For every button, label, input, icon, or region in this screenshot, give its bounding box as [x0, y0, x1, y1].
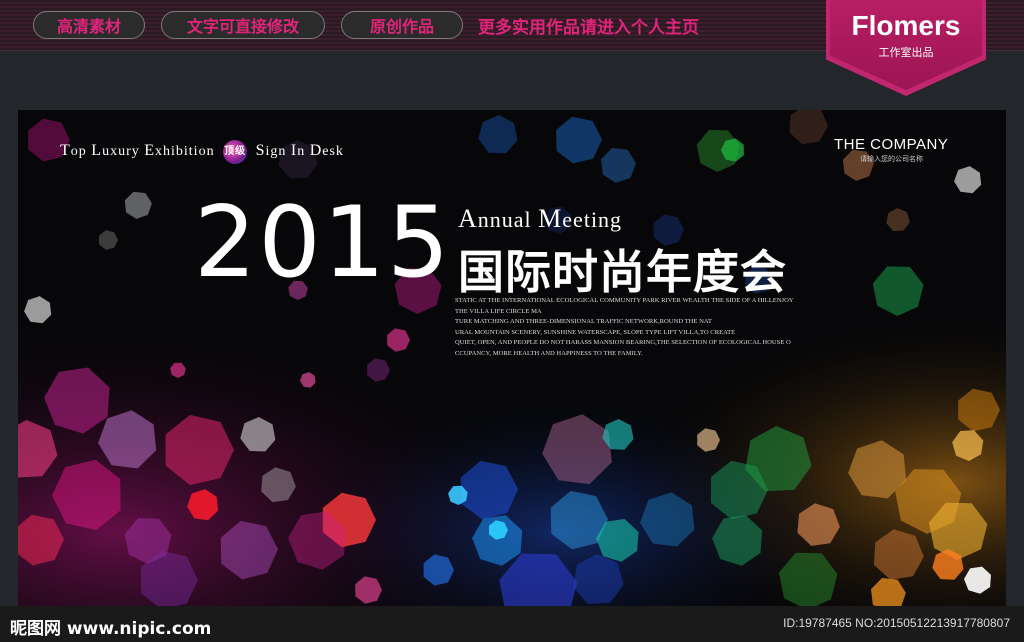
year-heading: 2015	[194, 186, 452, 300]
annual-meeting-heading: Annual Meeting	[458, 204, 623, 233]
site-logo: 昵图网 www.nipic.com	[10, 619, 212, 639]
tag-editable-text[interactable]: 文字可直接修改	[161, 11, 325, 39]
tag-original-work[interactable]: 原创作品	[341, 11, 463, 39]
tag-hd-material[interactable]: 高清素材	[33, 11, 145, 39]
description-line: THE VILLA LIFE CIRCLE MA	[455, 307, 542, 315]
poster-image: Top Luxury Exhibition 顶级 Sign In Desk TH…	[18, 110, 1006, 606]
description-line: TURE MATCHING AND THREE-DIMENSIONAL TRAF…	[455, 318, 712, 325]
description-paragraph: STATIC AT THE INTERNATIONAL ECOLOGICAL C…	[455, 296, 835, 359]
badge-subtitle: 工作室出品	[878, 46, 934, 59]
tagline: Top Luxury Exhibition 顶级 Sign In Desk	[60, 140, 344, 164]
description-line: URAL MOUNTAIN SCENERY, SUNSHINE WATERSCA…	[455, 328, 736, 336]
homepage-link[interactable]: 更多实用作品请进入个人主页	[478, 13, 699, 38]
watermark-footer: 昵图网 www.nipic.com ID:19787465 NO:2015051…	[0, 606, 1024, 642]
description-line: STATIC AT THE INTERNATIONAL ECOLOGICAL C…	[455, 297, 794, 304]
description-line: CCUPANCY, MORE HEALTH AND HAPPINESS TO T…	[455, 349, 643, 357]
company-subtitle: 请输入您的公司名称	[860, 155, 923, 163]
description-line: QUIET, OPEN, AND PEOPLE DO NOT HARASS MA…	[455, 339, 791, 346]
image-id: ID:19787465 NO:20150512213917780807	[783, 616, 1010, 630]
seal-badge: 顶级	[223, 140, 248, 164]
badge-brand: Flomers	[851, 10, 961, 41]
event-title: 国际时尚年度会	[458, 245, 787, 299]
studio-badge[interactable]: Flomers 工作室出品	[826, 0, 986, 96]
tagline-right: Sign In Desk	[255, 142, 344, 160]
tagline-left: Top Luxury Exhibition	[60, 142, 215, 160]
company-name: THE COMPANY	[834, 136, 949, 153]
